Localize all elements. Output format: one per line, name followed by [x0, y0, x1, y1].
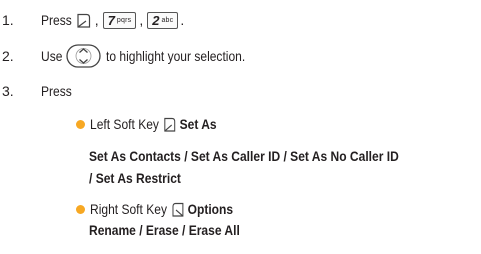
left-soft-key-icon — [164, 117, 176, 132]
option-lead-text: Left Soft Key — [90, 116, 159, 132]
option-detail: Set As Contacts / Set As Caller ID / Set… — [89, 148, 399, 164]
separator: , — [139, 12, 144, 28]
key-7-icon: 7 pqrs — [102, 11, 137, 29]
step-number: 1. — [2, 12, 14, 28]
step-1-body: Press , 7 pqrs , 2 abc . — [41, 11, 185, 29]
option-label: Set As — [179, 116, 217, 132]
step-number: 3. — [2, 83, 14, 99]
key-digit: 7 — [107, 12, 115, 28]
period: . — [180, 12, 185, 28]
key-2-icon: 2 abc — [147, 11, 179, 29]
key-letters: pqrs — [116, 16, 132, 24]
option-detail: Rename / Erase / Erase All — [89, 222, 240, 238]
step-2-body: Use to highlight your selection. — [41, 44, 268, 68]
option-left-soft-key: Left Soft Key Set As — [76, 113, 237, 135]
left-soft-key-icon — [77, 13, 90, 28]
option-detail: / Set As Restrict — [89, 170, 181, 186]
step-3-body: Press — [41, 83, 77, 99]
key-digit: 2 — [152, 12, 160, 28]
option-right-soft-key: Right Soft Key Options — [76, 198, 256, 220]
option-lead-text: Right Soft Key — [90, 201, 167, 217]
option-lead: Right Soft Key Options — [90, 201, 233, 218]
bullet-icon — [76, 119, 85, 129]
bullet-icon — [76, 204, 85, 214]
step-text: Press — [41, 83, 72, 99]
key-letters: abc — [161, 16, 174, 24]
step-text: Press — [41, 12, 72, 28]
step-text: Use — [41, 48, 63, 64]
step-number: 2. — [2, 48, 14, 64]
separator: , — [94, 12, 99, 28]
option-label: Options — [187, 201, 234, 217]
navigation-key-icon — [66, 44, 101, 68]
option-lead: Left Soft Key Set As — [90, 116, 217, 133]
right-soft-key-icon — [172, 202, 183, 217]
step-text: to highlight your selection. — [105, 48, 246, 64]
